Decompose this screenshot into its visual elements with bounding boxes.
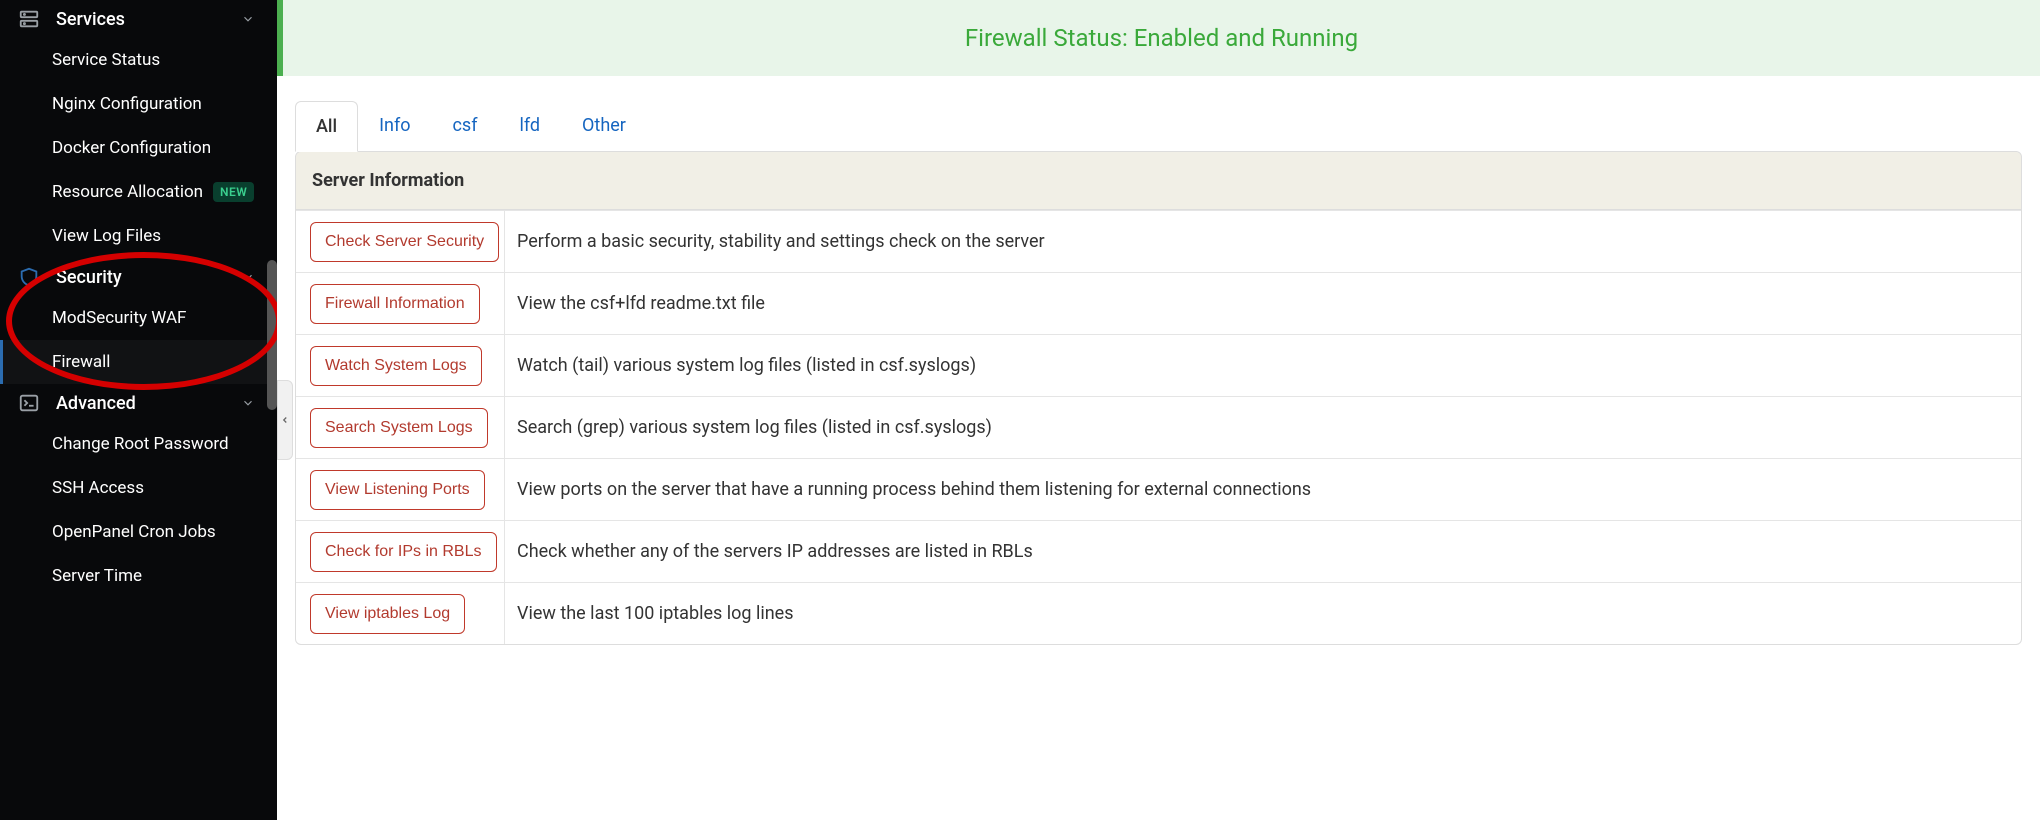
sidebar-collapse-handle[interactable] xyxy=(277,380,293,460)
chevron-down-icon xyxy=(237,396,259,410)
tab-label: Info xyxy=(379,115,410,136)
tab-lfd[interactable]: lfd xyxy=(498,100,561,151)
sidebar-section-advanced[interactable]: Advanced xyxy=(0,384,277,422)
sidebar-item-nginx-config[interactable]: Nginx Configuration xyxy=(0,82,277,126)
view-iptables-log-button[interactable]: View iptables Log xyxy=(310,594,465,634)
sidebar-item-openpanel-cron-jobs[interactable]: OpenPanel Cron Jobs xyxy=(0,510,277,554)
nav-label: Server Time xyxy=(52,566,142,586)
section-label: Services xyxy=(56,9,221,30)
tab-all[interactable]: All xyxy=(295,101,358,152)
sidebar-item-ssh-access[interactable]: SSH Access xyxy=(0,466,277,510)
table-row: Firewall Information View the csf+lfd re… xyxy=(296,272,2021,334)
search-system-logs-button[interactable]: Search System Logs xyxy=(310,408,488,448)
table-row: Search System Logs Search (grep) various… xyxy=(296,396,2021,458)
server-icon xyxy=(18,8,40,30)
tab-label: lfd xyxy=(519,115,540,136)
server-info-panel: Server Information Check Server Security… xyxy=(295,151,2022,645)
firewall-status-banner: Firewall Status: Enabled and Running xyxy=(277,0,2040,76)
nav-label: OpenPanel Cron Jobs xyxy=(52,522,216,542)
sidebar-item-change-root-password[interactable]: Change Root Password xyxy=(0,422,277,466)
nav-label: ModSecurity WAF xyxy=(52,308,186,328)
table-row: View iptables Log View the last 100 ipta… xyxy=(296,582,2021,644)
chevron-left-icon xyxy=(280,415,290,425)
nav-label: Resource Allocation xyxy=(52,182,203,202)
tab-other[interactable]: Other xyxy=(561,100,647,151)
nav-label: View Log Files xyxy=(52,226,161,246)
nav-label: Nginx Configuration xyxy=(52,94,202,114)
sidebar-scrollbar[interactable] xyxy=(265,0,277,820)
table-row: Watch System Logs Watch (tail) various s… xyxy=(296,334,2021,396)
scrollbar-thumb[interactable] xyxy=(267,260,277,410)
table-row: Check Server Security Perform a basic se… xyxy=(296,210,2021,272)
sidebar-item-view-log-files[interactable]: View Log Files xyxy=(0,214,277,258)
tab-label: csf xyxy=(452,115,477,136)
tab-bar: All Info csf lfd Other xyxy=(277,100,2040,151)
row-description: Watch (tail) various system log files (l… xyxy=(504,335,2021,396)
content: Firewall Status: Enabled and Running All… xyxy=(277,0,2040,820)
status-text: Firewall Status: Enabled and Running xyxy=(965,24,1358,52)
nav-label: Docker Configuration xyxy=(52,138,211,158)
tab-csf[interactable]: csf xyxy=(431,100,498,151)
section-label: Advanced xyxy=(56,393,221,414)
nav-label: SSH Access xyxy=(52,478,144,498)
section-label: Security xyxy=(56,267,221,288)
firewall-information-button[interactable]: Firewall Information xyxy=(310,284,480,324)
tab-info[interactable]: Info xyxy=(358,100,431,151)
nav-label: Change Root Password xyxy=(52,434,229,454)
table-row: Check for IPs in RBLs Check whether any … xyxy=(296,520,2021,582)
sidebar-item-service-status[interactable]: Service Status xyxy=(0,38,277,82)
sidebar-item-firewall[interactable]: Firewall xyxy=(0,340,277,384)
sidebar-item-resource-allocation[interactable]: Resource Allocation NEW xyxy=(0,170,277,214)
sidebar-item-modsecurity-waf[interactable]: ModSecurity WAF xyxy=(0,296,277,340)
sidebar-item-docker-config[interactable]: Docker Configuration xyxy=(0,126,277,170)
row-description: Search (grep) various system log files (… xyxy=(504,397,2021,458)
row-description: Perform a basic security, stability and … xyxy=(504,211,2021,272)
check-server-security-button[interactable]: Check Server Security xyxy=(310,222,499,262)
chevron-down-icon xyxy=(237,270,259,284)
table-row: View Listening Ports View ports on the s… xyxy=(296,458,2021,520)
chevron-down-icon xyxy=(237,12,259,26)
nav-label: Service Status xyxy=(52,50,160,70)
panel-title: Server Information xyxy=(295,151,2022,210)
tab-label: Other xyxy=(582,115,626,136)
check-ips-rbls-button[interactable]: Check for IPs in RBLs xyxy=(310,532,497,572)
row-description: View ports on the server that have a run… xyxy=(504,459,2021,520)
nav-label: Firewall xyxy=(52,352,110,372)
sidebar-section-services[interactable]: Services xyxy=(0,0,277,38)
row-description: View the last 100 iptables log lines xyxy=(504,583,2021,644)
tab-label: All xyxy=(316,116,337,137)
view-listening-ports-button[interactable]: View Listening Ports xyxy=(310,470,485,510)
sidebar-section-security[interactable]: Security xyxy=(0,258,277,296)
watch-system-logs-button[interactable]: Watch System Logs xyxy=(310,346,482,386)
new-badge: NEW xyxy=(213,182,254,202)
row-description: View the csf+lfd readme.txt file xyxy=(504,273,2021,334)
row-description: Check whether any of the servers IP addr… xyxy=(504,521,2021,582)
sidebar: Services Service Status Nginx Configurat… xyxy=(0,0,277,820)
terminal-icon xyxy=(18,392,40,414)
shield-icon xyxy=(18,266,40,288)
sidebar-item-server-time[interactable]: Server Time xyxy=(0,554,277,598)
